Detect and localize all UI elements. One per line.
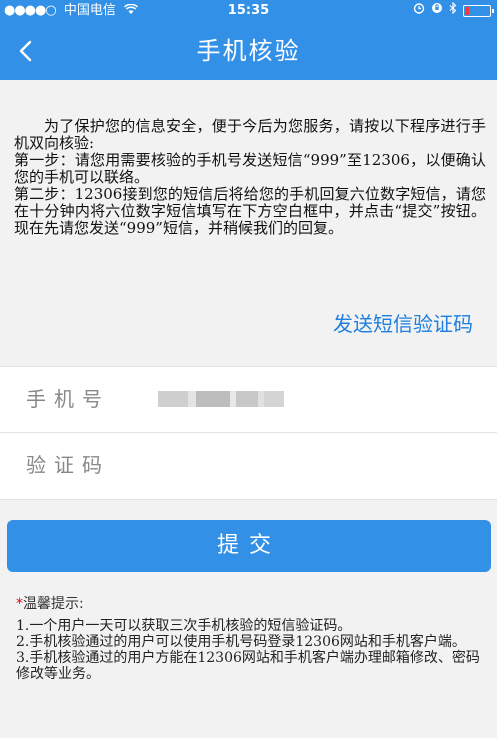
required-star: *: [16, 596, 23, 612]
tip-item: 3.手机核验通过的用户方能在12306网站和手机客户端办理邮箱修改、密码修改等业…: [16, 650, 480, 682]
verification-form: 手机号 验证码: [0, 366, 497, 500]
intro-paragraph: 为了保护您的信息安全，便于今后为您服务，请按以下程序进行手机双向核验:: [14, 117, 486, 152]
tip-item: 1.一个用户一天可以获取三次手机核验的短信验证码。: [16, 618, 352, 634]
orientation-lock-icon: [431, 0, 443, 22]
verification-code-input[interactable]: [150, 449, 474, 485]
tip-item: 2.手机核验通过的用户可以使用手机号码登录12306网站和手机客户端。: [16, 634, 466, 650]
send-sms-code-link[interactable]: 发送短信验证码: [333, 308, 473, 337]
status-right: [413, 0, 494, 22]
code-label: 验证码: [26, 453, 110, 477]
step-two-text: 第二步：12306接到您的短信后将给您的手机回复六位数字短信，请您在十分钟内将六…: [14, 185, 486, 237]
code-row: 验证码: [0, 433, 497, 498]
battery-low-icon: [463, 5, 494, 17]
phone-row: 手机号: [0, 367, 497, 433]
status-bar: ●●●●○ 中国电信 15:35: [0, 0, 497, 22]
tips-section: *温馨提示: 1.一个用户一天可以获取三次手机核验的短信验证码。 2.手机核验通…: [16, 596, 484, 682]
tips-title: 温馨提示:: [23, 596, 84, 612]
tips-heading: *温馨提示:: [16, 596, 484, 612]
bluetooth-icon: [449, 0, 457, 22]
page-title: 手机核验: [196, 37, 301, 65]
phone-label: 手机号: [26, 387, 110, 411]
battery-level: [465, 7, 469, 15]
step-one-text: 第一步：请您用需要核验的手机号发送短信“999”至12306，以便确认您的手机可…: [14, 151, 486, 186]
masked-phone-number: [158, 391, 284, 407]
instructions: 为了保护您的信息安全，便于今后为您服务，请按以下程序进行手机双向核验: 第一步：…: [14, 118, 486, 237]
alarm-icon: [413, 0, 425, 22]
submit-button[interactable]: 提交: [7, 520, 491, 572]
navigation-bar: 手机核验: [0, 22, 497, 80]
